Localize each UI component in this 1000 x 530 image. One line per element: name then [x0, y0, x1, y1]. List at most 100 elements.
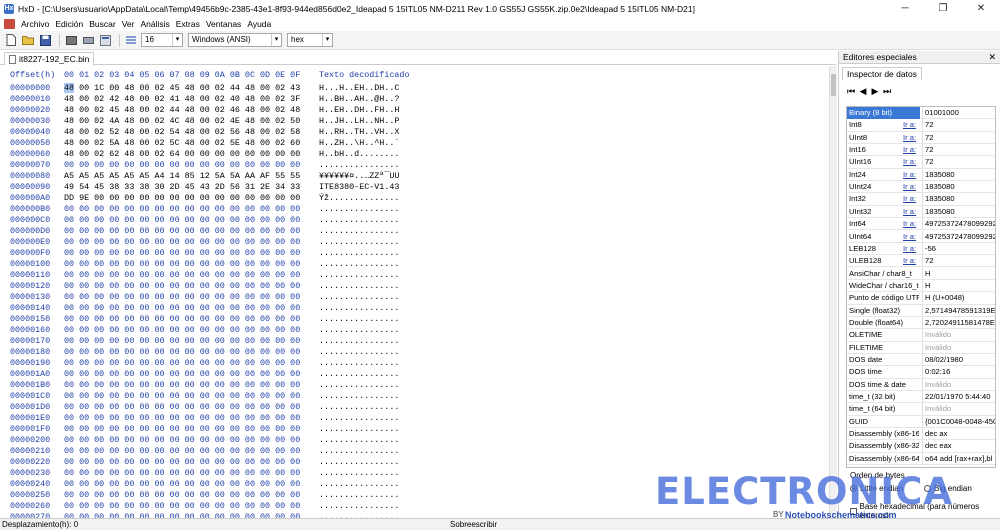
hex-row[interactable]: 00000230 00 00 00 00 00 00 00 00 00 00 00…	[10, 468, 399, 479]
inspector-row[interactable]: OLETIME Inválido	[847, 329, 995, 342]
inspector-row-value[interactable]: 1835080	[922, 205, 995, 218]
row-bytes[interactable]: 00 00 00 00 00 00 00 00 00 00 00 00 00 0…	[64, 479, 300, 490]
row-bytes[interactable]: 00 00 00 00 00 00 00 00 00 00 00 00 00 0…	[64, 204, 300, 215]
row-decoded-text[interactable]: ................	[319, 501, 399, 512]
row-decoded-text[interactable]: H..RH..TH..VH..X	[319, 127, 399, 138]
row-decoded-text[interactable]: ................	[319, 314, 399, 325]
document-menu-icon[interactable]	[4, 19, 15, 29]
hex-row[interactable]: 000001B0 00 00 00 00 00 00 00 00 00 00 00…	[10, 380, 399, 391]
row-decoded-text[interactable]: ................	[319, 446, 399, 457]
row-decoded-text[interactable]: Ýž..............	[319, 193, 399, 204]
open-folder-icon[interactable]	[21, 33, 35, 47]
hex-row[interactable]: 000001F0 00 00 00 00 00 00 00 00 00 00 00…	[10, 424, 399, 435]
menu-archivo[interactable]: Archivo	[18, 19, 52, 29]
hex-row[interactable]: 00000150 00 00 00 00 00 00 00 00 00 00 00…	[10, 314, 399, 325]
row-bytes[interactable]: 00 00 00 00 00 00 00 00 00 00 00 00 00 0…	[64, 501, 300, 512]
inspector-row[interactable]: Binary (8 bit) 01001000	[847, 107, 995, 120]
inspector-row[interactable]: UInt16 Ir a: 72	[847, 156, 995, 169]
menu-ventanas[interactable]: Ventanas	[203, 19, 244, 29]
inspector-row-value[interactable]: -56	[922, 242, 995, 255]
row-bytes[interactable]: 00 00 00 00 00 00 00 00 00 00 00 00 00 0…	[64, 259, 300, 270]
columns-icon[interactable]	[124, 33, 138, 47]
hex-row[interactable]: 00000260 00 00 00 00 00 00 00 00 00 00 00…	[10, 501, 399, 512]
row-bytes[interactable]: 48 00 02 62 48 00 02 64 00 00 00 00 00 0…	[64, 149, 300, 160]
row-bytes[interactable]: 48 00 02 4A 48 00 02 4C 48 00 02 4E 48 0…	[64, 116, 300, 127]
row-decoded-text[interactable]: ................	[319, 281, 399, 292]
new-file-icon[interactable]	[4, 33, 18, 47]
hex-row[interactable]: 000000B0 00 00 00 00 00 00 00 00 00 00 00…	[10, 204, 399, 215]
hex-row[interactable]: 000000E0 00 00 00 00 00 00 00 00 00 00 00…	[10, 237, 399, 248]
menu-ver[interactable]: Ver	[119, 19, 138, 29]
row-decoded-text[interactable]: ................	[319, 237, 399, 248]
inspector-row-value[interactable]: Inválido	[922, 403, 995, 416]
goto-link[interactable]: Ir a:	[903, 255, 916, 267]
inspector-row[interactable]: Disassembly (x86-16) dec ax	[847, 428, 995, 441]
row-bytes[interactable]: 00 00 00 00 00 00 00 00 00 00 00 00 00 0…	[64, 303, 300, 314]
row-decoded-text[interactable]: ITE8380-EC-V1.43	[319, 182, 399, 193]
row-bytes[interactable]: 00 00 00 00 00 00 00 00 00 00 00 00 00 0…	[64, 358, 300, 369]
row-decoded-text[interactable]: H...H..EH..DH..C	[319, 83, 399, 94]
inspector-row[interactable]: ULEB128 Ir a: 72	[847, 255, 995, 268]
hex-row[interactable]: 000000A0 DD 9E 00 00 00 00 00 00 00 00 00…	[10, 193, 399, 204]
row-bytes[interactable]: 00 00 00 00 00 00 00 00 00 00 00 00 00 0…	[64, 490, 300, 501]
inspector-row-value[interactable]: o64 add [rax+rax],bl	[922, 452, 995, 465]
inspector-row[interactable]: WideChar / char16_t H	[847, 279, 995, 293]
goto-link[interactable]: Ir a:	[903, 156, 916, 168]
row-bytes[interactable]: 00 00 00 00 00 00 00 00 00 00 00 00 00 0…	[64, 435, 300, 446]
first-icon[interactable]: ⏮	[845, 86, 857, 97]
row-decoded-text[interactable]: ................	[319, 479, 399, 490]
hex-row[interactable]: 00000240 00 00 00 00 00 00 00 00 00 00 00…	[10, 479, 399, 490]
inspector-row[interactable]: AnsiChar / char8_t H	[847, 267, 995, 280]
hex-row[interactable]: 000000C0 00 00 00 00 00 00 00 00 00 00 00…	[10, 215, 399, 226]
hex-row[interactable]: 00000080 A5 A5 A5 A5 A5 A5 A4 14 85 12 5A…	[10, 171, 399, 182]
goto-link[interactable]: Ir a:	[903, 169, 916, 181]
row-bytes[interactable]: 00 00 00 00 00 00 00 00 00 00 00 00 00 0…	[64, 215, 300, 226]
menu-edicion[interactable]: Edición	[52, 19, 86, 29]
inspector-row-value[interactable]: 4972537247809929288	[922, 230, 995, 243]
hex-row[interactable]: 00000180 00 00 00 00 00 00 00 00 00 00 00…	[10, 347, 399, 358]
scrollbar-thumb[interactable]	[831, 74, 836, 96]
hex-row[interactable]: 00000160 00 00 00 00 00 00 00 00 00 00 00…	[10, 325, 399, 336]
row-bytes[interactable]: 00 00 00 00 00 00 00 00 00 00 00 00 00 0…	[64, 402, 300, 413]
inspector-row-value[interactable]: 72	[922, 131, 995, 144]
hex-row[interactable]: 00000070 00 00 00 00 00 00 00 00 00 00 00…	[10, 160, 399, 171]
row-decoded-text[interactable]: ................	[319, 347, 399, 358]
menu-buscar[interactable]: Buscar	[86, 19, 118, 29]
row-bytes[interactable]: 48 00 02 42 48 00 02 41 48 00 02 40 48 0…	[64, 94, 300, 105]
inspector-row[interactable]: LEB128 Ir a: -56	[847, 242, 995, 256]
save-icon[interactable]	[38, 33, 52, 47]
row-bytes[interactable]: 00 00 00 00 00 00 00 00 00 00 00 00 00 0…	[64, 446, 300, 457]
row-decoded-text[interactable]: ................	[319, 391, 399, 402]
goto-link[interactable]: Ir a:	[903, 144, 916, 156]
hex-row[interactable]: 00000250 00 00 00 00 00 00 00 00 00 00 00…	[10, 490, 399, 501]
inspector-row[interactable]: GUID {001C0048-0048-4502-	[847, 415, 995, 429]
hex-row[interactable]: 00000100 00 00 00 00 00 00 00 00 00 00 00…	[10, 259, 399, 270]
row-decoded-text[interactable]: ¥¥¥¥¥¥¤..…ZZª¯UU	[319, 171, 399, 182]
inspector-row[interactable]: UInt32 Ir a: 1835080	[847, 205, 995, 219]
hex-editor-view[interactable]: Offset(h) 00 01 02 03 04 05 06 07 08 09 0…	[0, 66, 836, 518]
inspector-row[interactable]: Int16 Ir a: 72	[847, 144, 995, 157]
inspector-row-value[interactable]: 1835080	[922, 193, 995, 206]
hex-row[interactable]: 000001D0 00 00 00 00 00 00 00 00 00 00 00…	[10, 402, 399, 413]
inspector-row-value[interactable]: H	[922, 279, 995, 292]
row-bytes[interactable]: 00 00 00 00 00 00 00 00 00 00 00 00 00 0…	[64, 380, 300, 391]
inspector-row-value[interactable]: 2,72024911581478E24	[922, 316, 995, 329]
row-decoded-text[interactable]: ................	[319, 160, 399, 171]
ram-icon[interactable]	[64, 33, 78, 47]
inspector-row[interactable]: time_t (32 bit) 22/01/1970 5:44:40	[847, 391, 995, 404]
inspector-row-value[interactable]: Inválido	[922, 329, 995, 342]
inspector-row-value[interactable]: H (U+0048)	[922, 292, 995, 305]
row-decoded-text[interactable]: ................	[319, 325, 399, 336]
hex-row[interactable]: 000000D0 00 00 00 00 00 00 00 00 00 00 00…	[10, 226, 399, 237]
hex-row[interactable]: 00000010 48 00 02 42 48 00 02 41 48 00 02…	[10, 94, 399, 105]
inspector-row[interactable]: DOS time & date Inválido	[847, 378, 995, 391]
inspector-row[interactable]: Punto de código UTF-8H (U+0048)	[847, 292, 995, 305]
inspector-row-value[interactable]: 72	[922, 255, 995, 268]
goto-link[interactable]: Ir a:	[903, 181, 916, 193]
row-decoded-text[interactable]: ................	[319, 490, 399, 501]
row-decoded-text[interactable]: H..bH..d........	[319, 149, 399, 160]
inspector-row-value[interactable]: 2,57149478591319E-39	[922, 304, 995, 317]
row-decoded-text[interactable]: ................	[319, 226, 399, 237]
inspector-row[interactable]: UInt64Ir a:4972537247809929288	[847, 230, 995, 243]
inspector-row-value[interactable]: Inválido	[922, 341, 995, 354]
